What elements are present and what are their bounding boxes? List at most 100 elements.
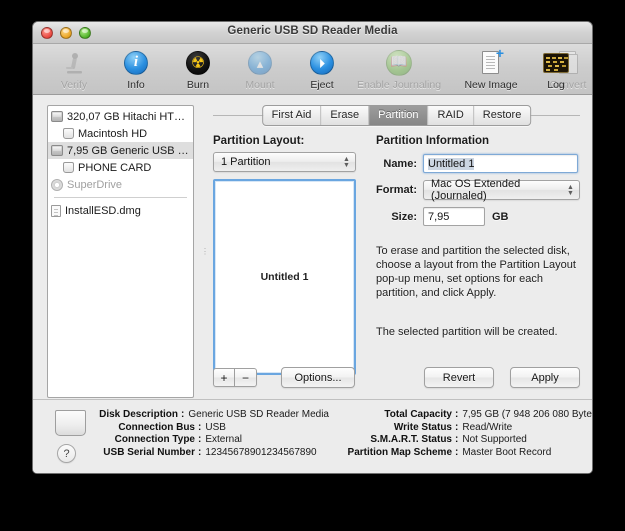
partition-information-title: Partition Information <box>376 135 490 147</box>
help-button[interactable]: ? <box>57 444 76 463</box>
sidebar-item-phone-card[interactable]: PHONE CARD <box>48 159 193 176</box>
mount-icon: ▴ <box>248 49 272 77</box>
sidebar-item-label: InstallESD.dmg <box>65 204 141 217</box>
sidebar-divider <box>54 197 187 198</box>
sidebar-item-generic-usb-sd[interactable]: 7,95 GB Generic USB SD... <box>48 142 193 159</box>
partition-layout-title: Partition Layout: <box>213 135 305 147</box>
window-titlebar[interactable]: Generic USB SD Reader Media <box>33 22 592 44</box>
size-row: Size: 7,95 GB <box>376 207 580 226</box>
info-row-usb-serial-number: USB Serial Number : 12345678901234567890 <box>91 447 329 460</box>
name-field-value: Untitled 1 <box>428 157 475 170</box>
toolbar-label-burn: Burn <box>186 79 210 91</box>
sidebar-item-label: PHONE CARD <box>78 161 152 174</box>
info-value: Read/Write <box>462 421 513 433</box>
info-icon: i <box>124 49 148 77</box>
add-partition-button[interactable]: + <box>213 368 235 387</box>
info-key: Disk Description <box>99 409 179 420</box>
partition-map[interactable]: Untitled 1 <box>213 179 356 375</box>
toolbar-button-info[interactable]: i Info <box>105 47 167 91</box>
eject-icon: ⏵ <box>310 49 334 77</box>
sidebar-item-hitachi-disk[interactable]: 320,07 GB Hitachi HTS5... <box>48 108 193 125</box>
info-key: Total Capacity <box>384 409 452 420</box>
journaling-icon: 📖 <box>386 49 412 77</box>
disk-info-columns: Disk Description : Generic USB SD Reader… <box>91 409 592 460</box>
partition-layout-value: 1 Partition <box>221 156 271 168</box>
toolbar-button-new-image[interactable]: + New Image <box>445 46 537 91</box>
tab-first-aid[interactable]: First Aid <box>263 106 322 125</box>
name-field[interactable]: Untitled 1 <box>423 154 578 173</box>
info-row-disk-description: Disk Description : Generic USB SD Reader… <box>91 409 329 422</box>
partition-layout-section: Partition Layout: 1 Partition ▲ ▼ Untitle… <box>213 135 356 375</box>
info-key: Partition Map Scheme <box>347 446 452 458</box>
info-value: Not Supported <box>462 434 527 445</box>
chevron-updown-icon: ▲ ▼ <box>567 184 574 197</box>
window-title: Generic USB SD Reader Media <box>227 25 398 37</box>
toolbar-label-mount: Mount <box>245 79 275 91</box>
splitter-handle-icon: ⋮ <box>201 247 209 256</box>
options-button[interactable]: Options... <box>281 367 355 388</box>
toolbar-button-burn[interactable]: ☢ Burn <box>167 47 229 91</box>
partition-slice-label: Untitled 1 <box>260 271 309 283</box>
partition-instructions: To erase and partition the selected disk… <box>376 245 576 299</box>
info-separator: : <box>455 434 459 445</box>
toolbar-button-eject[interactable]: ⏵ Eject <box>291 47 353 91</box>
hard-disk-icon <box>51 145 63 156</box>
sidebar-item-macintosh-hd[interactable]: Macintosh HD <box>48 125 193 142</box>
info-separator: : <box>455 446 459 458</box>
toolbar-button-mount[interactable]: ▴ Mount <box>229 47 291 91</box>
toolbar-label-verify: Verify <box>60 79 88 91</box>
volume-icon <box>63 162 74 173</box>
info-row-connection-bus: Connection Bus : USB <box>91 422 329 435</box>
info-value: USB <box>205 421 226 433</box>
partition-status-text: The selected partition will be created. <box>376 326 558 338</box>
partition-information-section: Partition Information Name: Untitled 1 F… <box>376 135 580 339</box>
info-row-partition-map-scheme: Partition Map Scheme : Master Boot Recor… <box>329 446 592 460</box>
sidebar-item-superdrive[interactable]: SuperDrive <box>48 176 193 193</box>
tab-raid[interactable]: RAID <box>429 106 474 125</box>
info-separator: : <box>198 421 202 433</box>
disk-icon <box>55 410 86 436</box>
info-separator: : <box>181 409 185 420</box>
size-field[interactable]: 7,95 <box>423 207 485 226</box>
toolbar-label-enable-journaling: Enable Journaling <box>356 79 442 91</box>
sidebar-item-label: 7,95 GB Generic USB SD... <box>67 144 190 157</box>
sidebar-splitter[interactable]: ⋮ <box>198 105 209 398</box>
info-key: S.M.A.R.T. Status <box>370 434 452 445</box>
log-icon <box>543 49 569 77</box>
info-value: Generic USB SD Reader Media <box>188 409 329 420</box>
tab-restore[interactable]: Restore <box>474 106 531 125</box>
toolbar-button-enable-journaling[interactable]: 📖 Enable Journaling <box>353 47 445 91</box>
disk-image-icon <box>51 204 61 217</box>
sidebar-item-label: SuperDrive <box>67 178 123 191</box>
hard-disk-icon <box>51 111 63 122</box>
info-separator: : <box>455 409 459 420</box>
add-remove-partition-group: + − <box>213 368 257 387</box>
size-unit-label: GB <box>492 210 509 223</box>
toolbar-button-verify[interactable]: Verify <box>43 47 105 91</box>
info-row-smart-status: S.M.A.R.T. Status : Not Supported <box>329 434 592 447</box>
toolbar-label-eject: Eject <box>310 79 334 91</box>
tab-group: First Aid Erase Partition RAID Restore <box>261 105 532 126</box>
size-label: Size: <box>391 210 417 223</box>
window-content: 320,07 GB Hitachi HTS5... Macintosh HD 7… <box>33 95 592 473</box>
optical-disc-icon <box>51 178 63 191</box>
info-row-total-capacity: Total Capacity : 7,95 GB (7 948 206 080 … <box>329 409 592 422</box>
name-label: Name: <box>383 157 417 170</box>
tab-partition[interactable]: Partition <box>369 106 429 125</box>
disk-list[interactable]: 320,07 GB Hitachi HTS5... Macintosh HD 7… <box>47 105 194 398</box>
format-label: Format: <box>376 184 417 196</box>
name-row: Name: Untitled 1 <box>376 154 580 173</box>
toolbar: Verify i Info ☢ Burn ▴ Mount ⏵ Eject 📖 E… <box>33 44 592 95</box>
sidebar-item-installesd-dmg[interactable]: InstallESD.dmg <box>48 202 193 219</box>
tab-erase[interactable]: Erase <box>321 106 370 125</box>
toolbar-button-log[interactable]: Log <box>530 49 582 91</box>
format-select[interactable]: Mac OS Extended (Journaled) ▲ ▼ <box>423 178 580 202</box>
apply-button[interactable]: Apply <box>510 367 580 388</box>
sidebar-item-label: Macintosh HD <box>78 127 148 140</box>
info-separator: : <box>455 421 459 433</box>
revert-button[interactable]: Revert <box>424 367 494 388</box>
remove-partition-button[interactable]: − <box>235 368 257 387</box>
info-value: Master Boot Record <box>462 446 552 458</box>
partition-layout-select[interactable]: 1 Partition ▲ ▼ <box>213 152 356 172</box>
toolbar-items: Verify i Info ☢ Burn ▴ Mount ⏵ Eject 📖 E… <box>43 46 592 91</box>
